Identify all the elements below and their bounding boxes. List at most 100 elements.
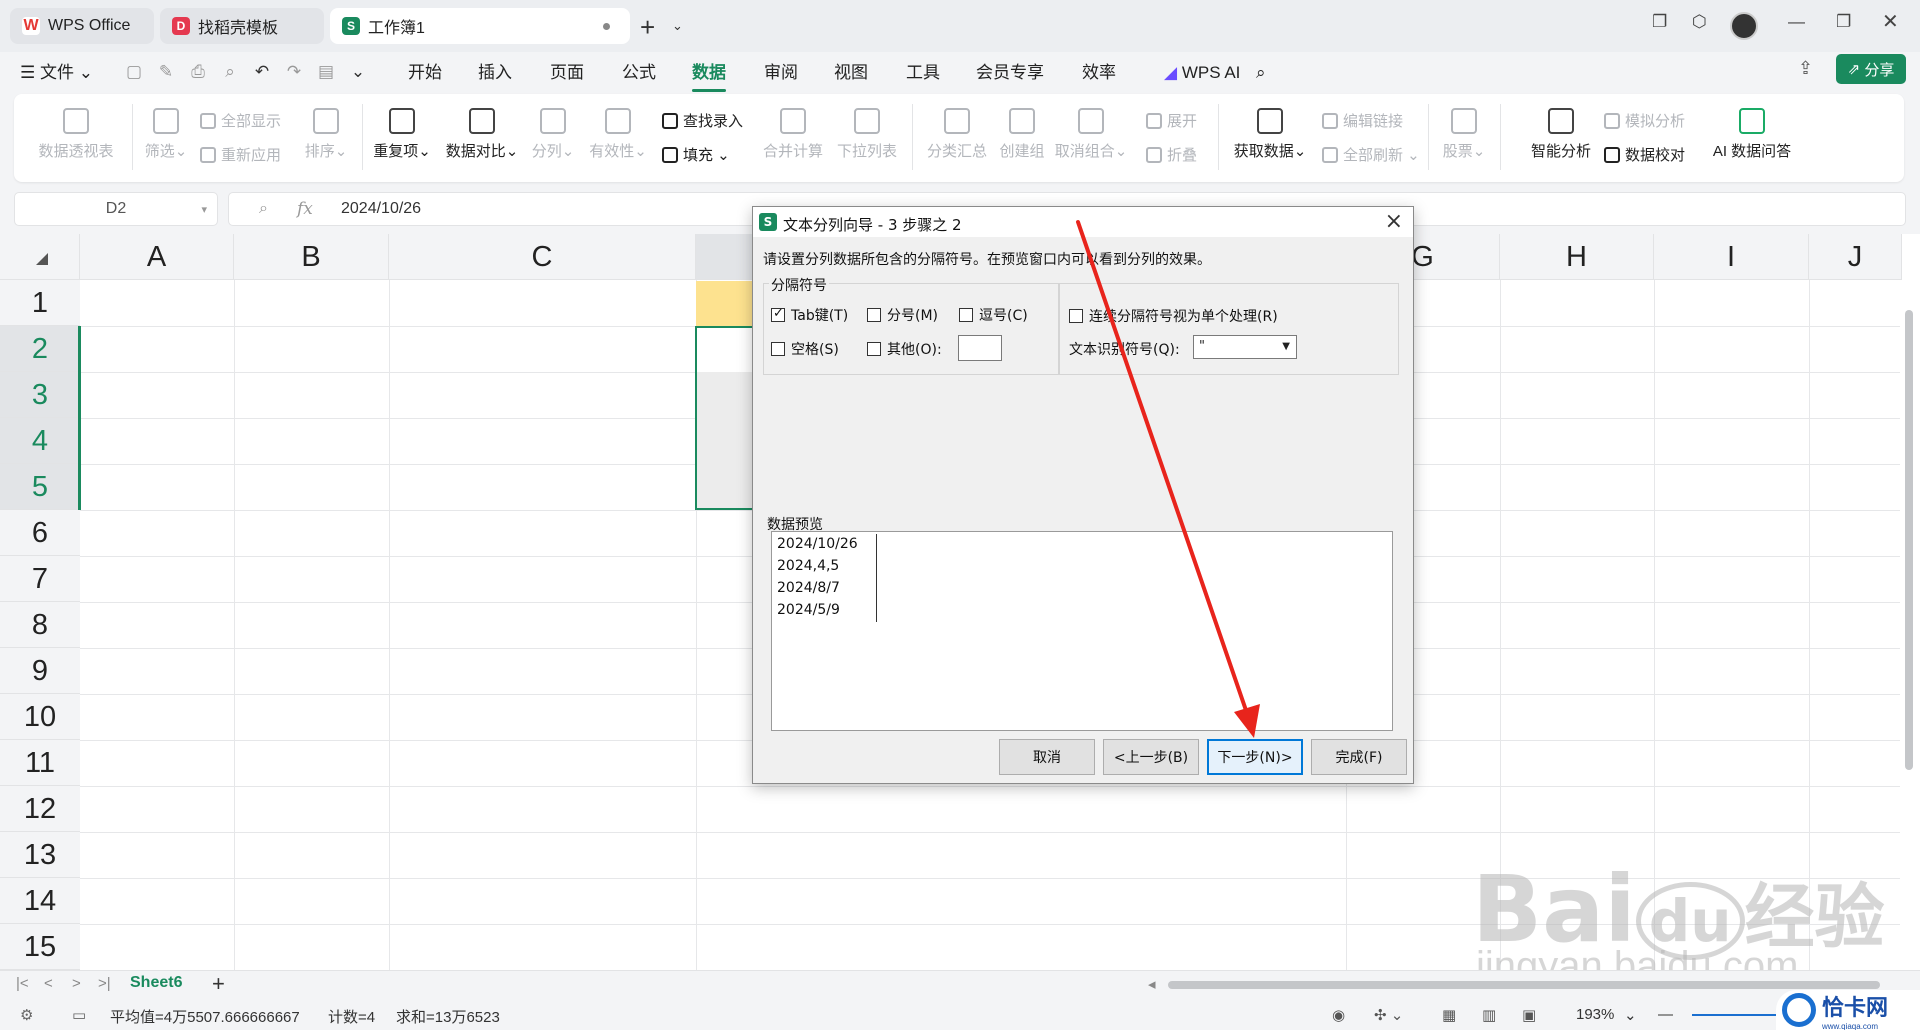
sheet-tab-sheet6[interactable]: Sheet6 — [130, 974, 182, 992]
row-header-1[interactable]: 1 — [0, 280, 80, 326]
brush-icon[interactable]: ✎ — [156, 62, 176, 82]
row-header-6[interactable]: 6 — [0, 510, 80, 556]
row-header-10[interactable]: 10 — [0, 694, 80, 740]
tab-docer-templates[interactable]: D 找稻壳模板 — [160, 8, 324, 44]
menu-efficiency[interactable]: 效率 — [1082, 60, 1116, 86]
column-header-j[interactable]: J — [1809, 234, 1902, 280]
edit-links-button[interactable]: 编辑链接 — [1322, 110, 1403, 131]
menu-tools[interactable]: 工具 — [906, 60, 940, 86]
file-menu[interactable]: ☰ 文件 ⌄ — [20, 60, 93, 86]
row-header-15[interactable]: 15 — [0, 924, 80, 970]
consecutive-delimiters-checkbox[interactable]: 连续分隔符号视为单个处理(R) — [1069, 306, 1278, 326]
collapse-button[interactable]: 折叠 — [1146, 144, 1197, 165]
row-header-13[interactable]: 13 — [0, 832, 80, 878]
tab-workbook1[interactable]: S 工作簿1 — [330, 8, 630, 44]
first-sheet-icon[interactable]: |< — [16, 975, 29, 992]
add-sheet-plus-icon[interactable]: + — [212, 971, 225, 997]
tab-checkbox[interactable]: Tab键(T) — [771, 305, 848, 325]
other-delimiter-input[interactable] — [958, 335, 1002, 361]
validity-button[interactable]: 有效性⌄ — [586, 108, 650, 161]
zoom-magnifier-icon[interactable]: ⌕ — [259, 200, 268, 218]
filter-button[interactable]: 筛选⌄ — [140, 108, 192, 161]
row-header-11[interactable]: 11 — [0, 740, 80, 786]
reapply-button[interactable]: 重新应用 — [200, 144, 281, 165]
data-compare-button[interactable]: 数据对比⌄ — [442, 108, 522, 161]
menu-member[interactable]: 会员专享 — [976, 60, 1044, 86]
page-break-icon[interactable]: ▣ — [1522, 1006, 1536, 1024]
menu-data[interactable]: 数据 — [692, 60, 726, 92]
fx-icon[interactable]: fx — [297, 199, 313, 219]
macro-icon[interactable]: ⚙ — [20, 1006, 33, 1024]
column-header-c[interactable]: C — [389, 234, 696, 280]
comma-checkbox[interactable]: 逗号(C) — [959, 305, 1028, 325]
column-header-a[interactable]: A — [80, 234, 234, 280]
duplicates-button[interactable]: 重复项⌄ — [370, 108, 434, 161]
cloud-upload-icon[interactable]: ⇪ — [1798, 58, 1813, 79]
minimize-icon[interactable]: — — [1788, 12, 1805, 32]
close-icon[interactable]: × — [1385, 209, 1403, 234]
menu-formula[interactable]: 公式 — [622, 60, 656, 86]
pivot-table-button[interactable]: 数据透视表 — [34, 108, 118, 161]
row-header-12[interactable]: 12 — [0, 786, 80, 832]
export-icon[interactable]: ▤ — [316, 62, 336, 82]
column-header-i[interactable]: I — [1654, 234, 1809, 280]
show-all-button[interactable]: 全部显示 — [200, 110, 281, 131]
zoom-out-icon[interactable]: — — [1658, 1006, 1673, 1023]
finish-button[interactable]: 完成(F) — [1311, 739, 1407, 775]
dropdown-list-button[interactable]: 下拉列表 — [834, 108, 900, 161]
consolidate-button[interactable]: 合并计算 — [760, 108, 826, 161]
save-icon[interactable]: ▢ — [124, 62, 144, 82]
row-header-8[interactable]: 8 — [0, 602, 80, 648]
menu-view[interactable]: 视图 — [834, 60, 868, 86]
wps-ai-button[interactable]: ◢ WPS AI — [1164, 60, 1240, 86]
ungroup-button[interactable]: 取消组合⌄ — [1054, 108, 1128, 161]
menu-start[interactable]: 开始 — [408, 60, 442, 86]
name-box[interactable]: D2 ▾ — [14, 192, 218, 226]
eye-protection-icon[interactable]: ◉ — [1332, 1006, 1345, 1024]
other-checkbox[interactable]: 其他(O): — [867, 339, 942, 359]
back-button[interactable]: <上一步(B) — [1103, 739, 1199, 775]
horizontal-scrollbar[interactable] — [1168, 981, 1880, 989]
row-header-14[interactable]: 14 — [0, 878, 80, 924]
new-tab-plus-icon[interactable]: + — [640, 12, 655, 43]
crosshair-icon[interactable]: ✣ ⌄ — [1374, 1006, 1403, 1024]
lookup-entry-button[interactable]: 查找录入 — [662, 110, 743, 131]
print-preview-icon[interactable]: ⌕ — [220, 62, 240, 82]
zoom-caret-icon[interactable]: ⌄ — [1624, 1006, 1637, 1024]
refresh-all-button[interactable]: 全部刷新 ⌄ — [1322, 144, 1420, 165]
last-sheet-icon[interactable]: >| — [98, 975, 111, 992]
subtotal-button[interactable]: 分类汇总 — [924, 108, 990, 161]
next-sheet-icon[interactable]: > — [72, 975, 81, 992]
redo-icon[interactable]: ↷ — [284, 62, 304, 82]
simulation-analysis-button[interactable]: 模拟分析 — [1604, 110, 1685, 131]
zoom-level[interactable]: 193% — [1576, 1006, 1614, 1023]
space-checkbox[interactable]: 空格(S) — [771, 339, 839, 359]
cancel-button[interactable]: 取消 — [999, 739, 1095, 775]
close-icon[interactable]: ✕ — [1882, 9, 1899, 34]
search-icon[interactable]: ⌕ — [1256, 60, 1266, 86]
avatar[interactable] — [1730, 12, 1758, 40]
row-header-5[interactable]: 5 — [0, 464, 80, 510]
get-data-button[interactable]: 获取数据⌄ — [1230, 108, 1310, 161]
column-header-b[interactable]: B — [234, 234, 389, 280]
row-header-7[interactable]: 7 — [0, 556, 80, 602]
restore-icon[interactable]: ❐ — [1836, 12, 1851, 32]
split-column-button[interactable]: 分列⌄ — [528, 108, 578, 161]
window-tile-icon[interactable]: ❐ — [1652, 12, 1667, 32]
chevron-down-icon[interactable]: ▾ — [201, 203, 207, 216]
fill-button[interactable]: 填充 ⌄ — [662, 144, 730, 165]
text-qualifier-select[interactable]: " ▼ — [1193, 335, 1297, 359]
vertical-scrollbar[interactable] — [1902, 280, 1916, 970]
create-group-button[interactable]: 创建组 — [996, 108, 1048, 161]
cell-d1-highlight[interactable] — [696, 281, 756, 326]
prev-sheet-icon[interactable]: < — [44, 975, 53, 992]
scroll-left-icon[interactable]: ◂ — [1148, 975, 1156, 993]
menu-page[interactable]: 页面 — [550, 60, 584, 86]
row-header-9[interactable]: 9 — [0, 648, 80, 694]
smart-analysis-button[interactable]: 智能分析 — [1526, 108, 1596, 161]
row-header-4[interactable]: 4 — [0, 418, 80, 464]
ai-data-qa-button[interactable]: AI 数据问答 — [1704, 108, 1800, 161]
menu-review[interactable]: 审阅 — [764, 60, 798, 86]
data-check-button[interactable]: 数据校对 — [1604, 144, 1685, 165]
next-button[interactable]: 下一步(N)> — [1207, 739, 1303, 775]
